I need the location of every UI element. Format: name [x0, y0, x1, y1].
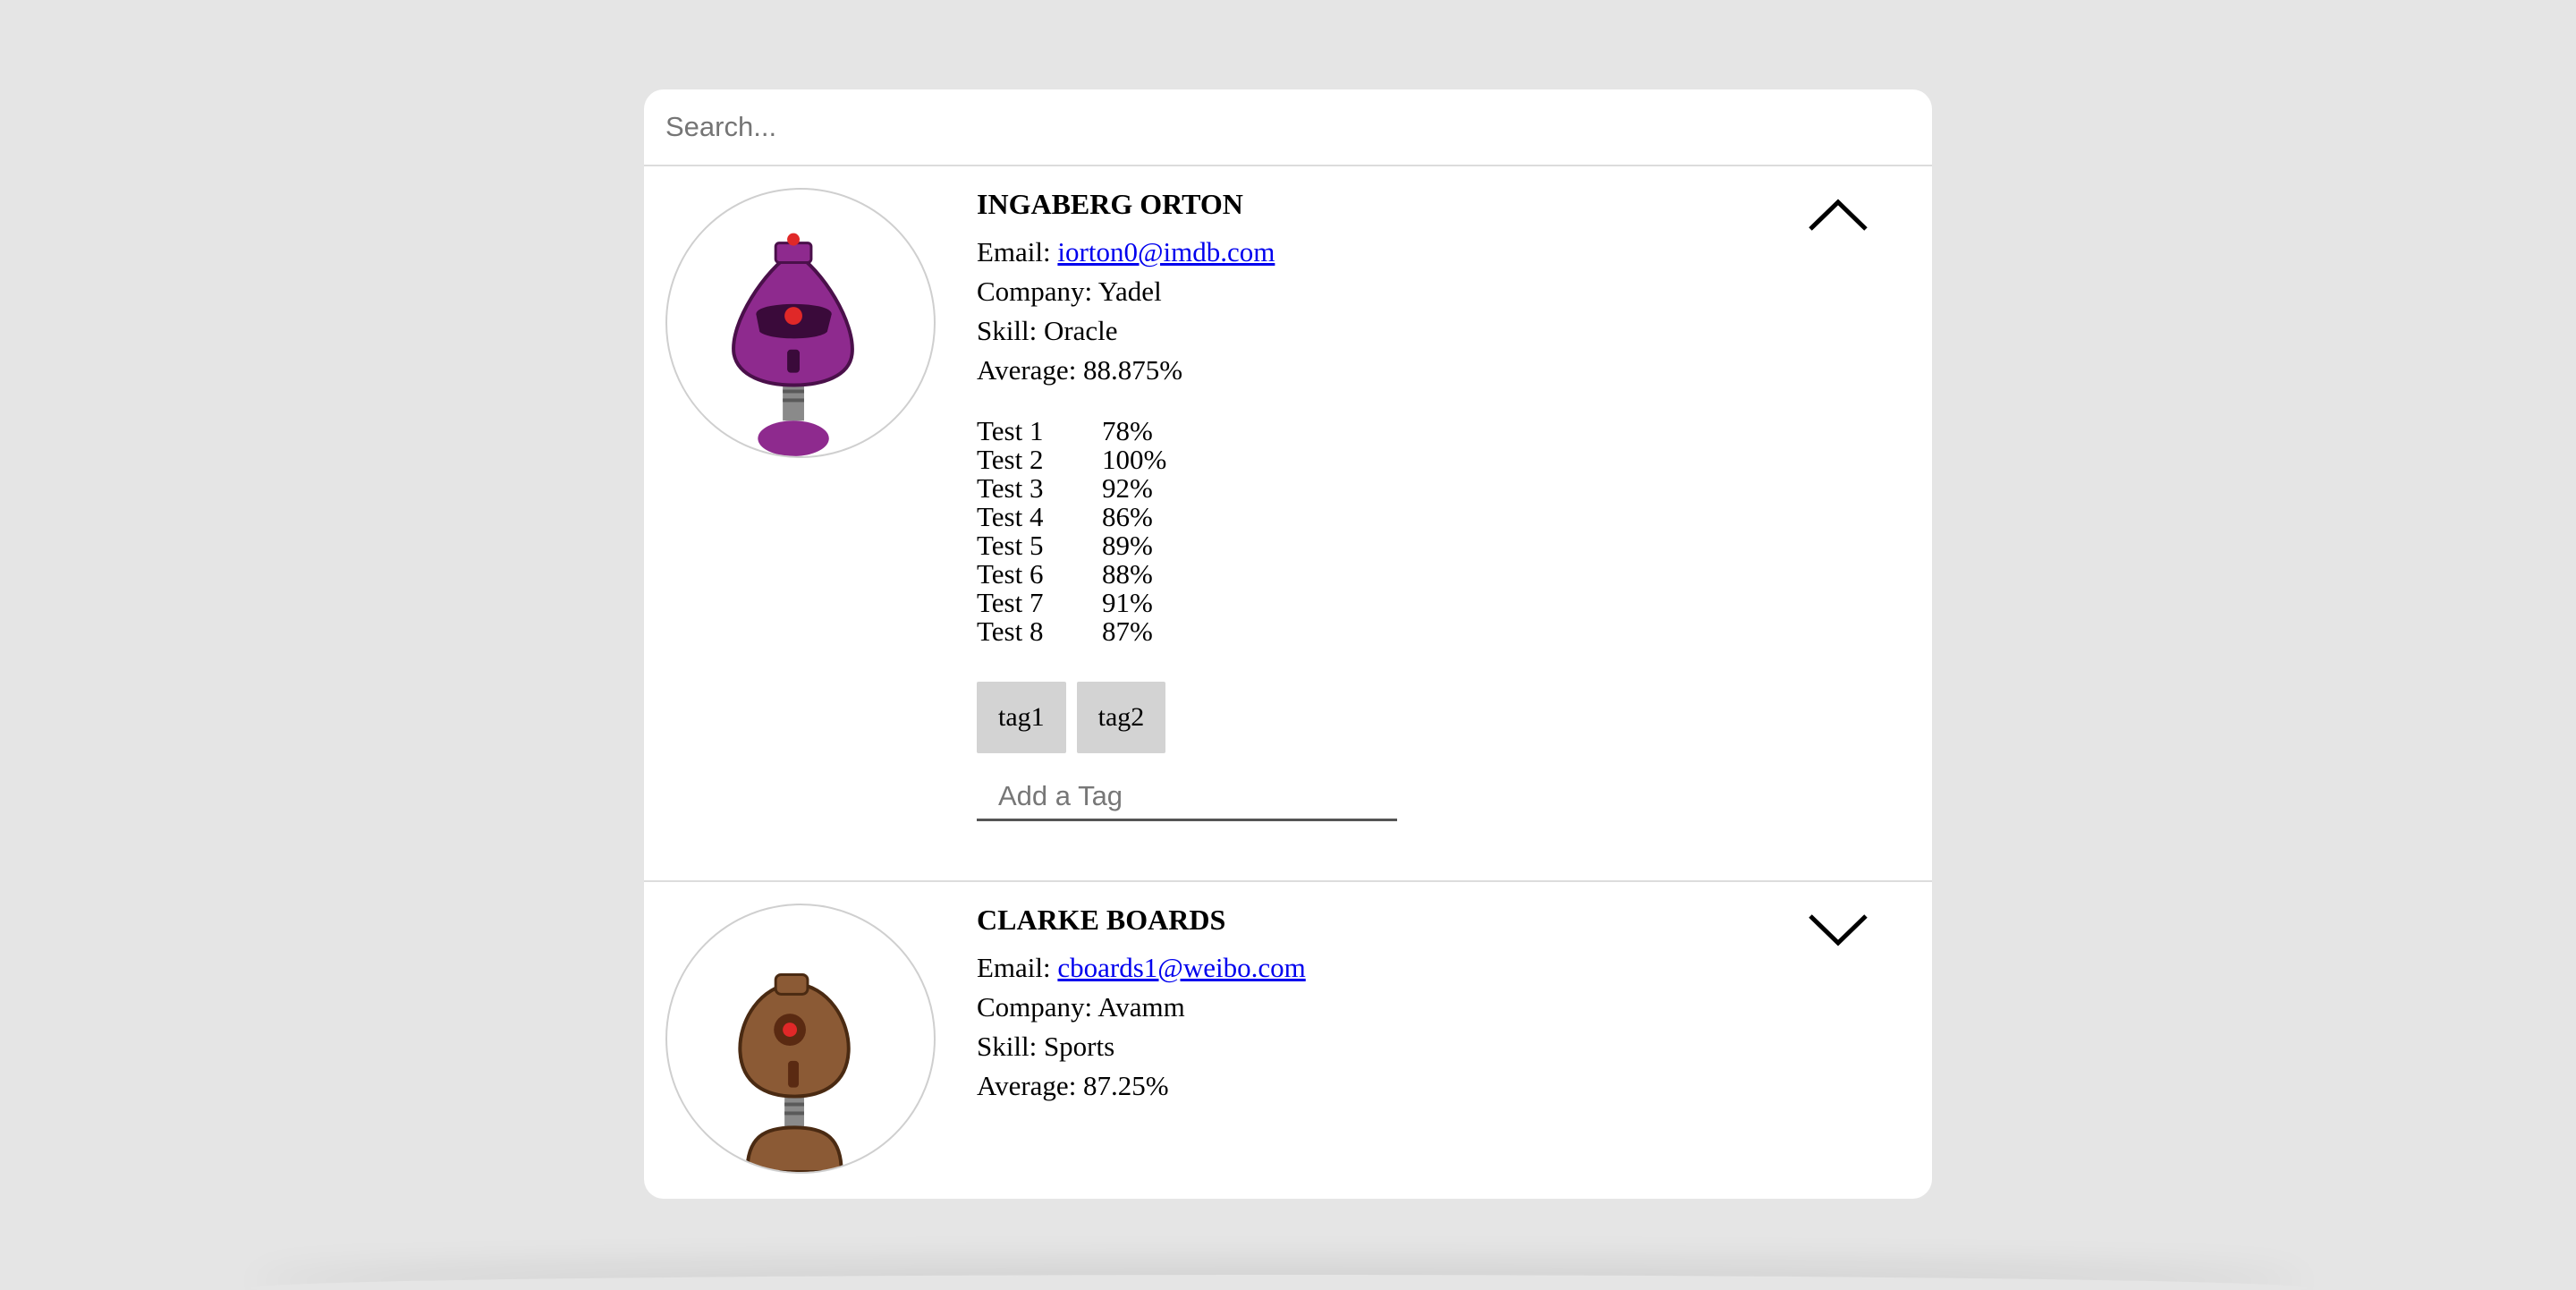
tag-chip[interactable]: tag2 — [1076, 682, 1166, 753]
search-bar — [644, 89, 1932, 166]
grade-value: 88% — [1102, 558, 1153, 590]
email-link[interactable]: cboards1@weibo.com — [1057, 952, 1305, 983]
grade-value: 86% — [1102, 501, 1153, 532]
grade-value: 87% — [1102, 615, 1153, 647]
grade-row: Test 5 89% — [977, 531, 1397, 560]
students-card: INGABERG ORTON Email: iorton0@imdb.com C… — [644, 89, 1932, 1199]
grade-value: 92% — [1102, 472, 1153, 504]
student-email: Email: iorton0@imdb.com — [977, 233, 1397, 272]
student-average: Average: 87.25% — [977, 1070, 1169, 1101]
chevron-up-icon — [1809, 199, 1868, 231]
robot-avatar-icon — [732, 233, 854, 456]
grade-label: Test 4 — [977, 501, 1044, 532]
grade-row: Test 8 87% — [977, 617, 1397, 646]
add-tag-input[interactable] — [977, 773, 1397, 821]
grade-row: Test 4 86% — [977, 503, 1397, 531]
collapse-button[interactable] — [1807, 195, 1869, 234]
expand-button[interactable] — [1807, 911, 1869, 950]
grade-value: 89% — [1102, 530, 1153, 561]
grade-label: Test 6 — [977, 558, 1044, 590]
grade-row: Test 3 92% — [977, 474, 1397, 503]
grade-row: Test 7 91% — [977, 589, 1397, 617]
student-company: Company: Avamm — [977, 991, 1185, 1023]
grades-list: Test 1 78% Test 2 100% Test 3 92% Test 4 86%… — [977, 417, 1397, 646]
student-card: INGABERG ORTON Email: iorton0@imdb.com C… — [644, 166, 1932, 882]
email-link[interactable]: iorton0@imdb.com — [1057, 236, 1275, 267]
grade-label: Test 2 — [977, 444, 1044, 475]
student-info: INGABERG ORTON Email: iorton0@imdb.com C… — [977, 186, 1397, 821]
student-company: Company: Yadel — [977, 276, 1162, 307]
grade-label: Test 5 — [977, 530, 1044, 561]
student-skill: Skill: Oracle — [977, 315, 1118, 346]
student-info: CLARKE BOARDS Email: cboards1@weibo.com … — [977, 902, 1306, 1106]
email-label: Email: — [977, 236, 1058, 267]
chevron-down-icon — [1809, 914, 1868, 946]
avatar — [665, 904, 936, 1174]
grade-value: 91% — [1102, 587, 1153, 618]
grade-label: Test 8 — [977, 615, 1044, 647]
student-name: INGABERG ORTON — [977, 188, 1243, 220]
grade-label: Test 1 — [977, 415, 1044, 446]
grade-row: Test 2 100% — [977, 446, 1397, 474]
student-card: CLARKE BOARDS Email: cboards1@weibo.com … — [644, 882, 1932, 1199]
student-average: Average: 88.875% — [977, 354, 1183, 386]
student-skill: Skill: Sports — [977, 1031, 1115, 1062]
grade-value: 78% — [1102, 415, 1153, 446]
robot-avatar-icon — [738, 972, 851, 1172]
avatar — [665, 188, 936, 458]
grade-label: Test 7 — [977, 587, 1044, 618]
grade-row: Test 1 78% — [977, 417, 1397, 446]
grade-label: Test 3 — [977, 472, 1044, 504]
tag-list: tag1 tag2 — [977, 682, 1397, 753]
page-shadow — [250, 1275, 2308, 1290]
student-email: Email: cboards1@weibo.com — [977, 948, 1306, 988]
grade-value: 100% — [1102, 444, 1167, 475]
tag-chip[interactable]: tag1 — [977, 682, 1066, 753]
grade-row: Test 6 88% — [977, 560, 1397, 589]
student-name: CLARKE BOARDS — [977, 904, 1226, 936]
email-label: Email: — [977, 952, 1058, 983]
search-input[interactable] — [644, 91, 1932, 163]
